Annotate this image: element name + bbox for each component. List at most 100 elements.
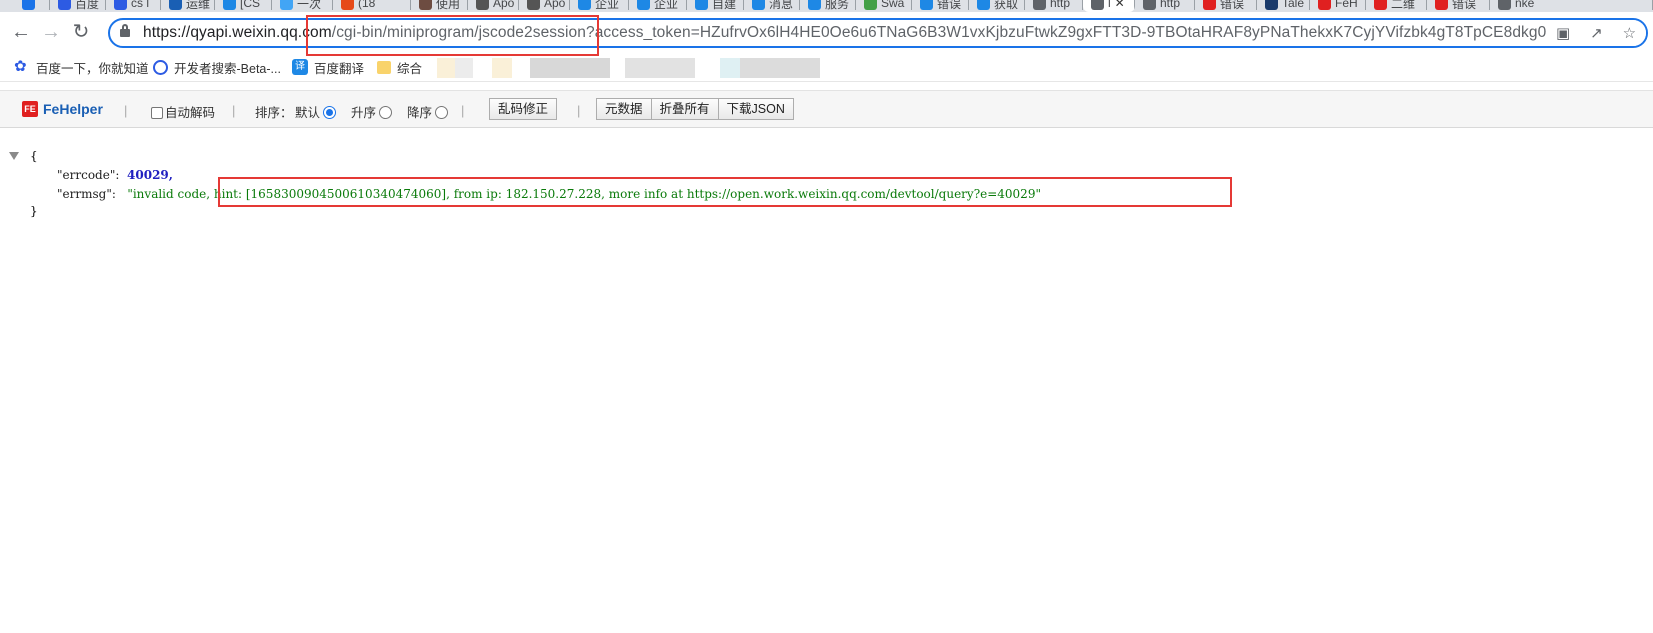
tab-close-icon[interactable]: ✕ bbox=[1115, 0, 1125, 10]
tab-label: Apo bbox=[544, 0, 566, 10]
tab-favicon-icon bbox=[341, 0, 354, 10]
divider: | bbox=[124, 103, 128, 118]
sort-asc-label: 升序 bbox=[351, 106, 377, 120]
tab-favicon-icon bbox=[169, 0, 182, 10]
fehelper-icon: FE bbox=[22, 101, 38, 117]
tab-label: 错误 bbox=[937, 0, 962, 11]
browser-tab[interactable]: http bbox=[1135, 0, 1195, 12]
baidu-paw-icon: ✿ bbox=[14, 58, 27, 75]
bookmark-label: 百度一下，你就知道 bbox=[36, 61, 149, 76]
browser-tab[interactable]: l ✕ bbox=[1083, 0, 1135, 12]
browser-tab[interactable]: [CS bbox=[215, 0, 272, 12]
bookmark-dev-search[interactable]: 开发者搜索-Beta-... bbox=[153, 57, 281, 77]
browser-tab[interactable]: 企业 bbox=[570, 0, 629, 12]
tab-label: [CS bbox=[240, 0, 261, 10]
browser-tab[interactable]: 错误 bbox=[1195, 0, 1257, 12]
tab-favicon-icon bbox=[1203, 0, 1216, 10]
browser-tab[interactable]: 错误 bbox=[912, 0, 969, 12]
sort-desc-radio[interactable] bbox=[435, 106, 449, 119]
browser-tab[interactable]: 获取 bbox=[969, 0, 1025, 12]
browser-tab[interactable]: nke bbox=[1490, 0, 1653, 12]
tab-label: 企业 bbox=[595, 0, 620, 11]
download-json-button[interactable]: 下载JSON bbox=[717, 98, 794, 120]
tab-favicon-icon bbox=[1435, 0, 1448, 10]
bookmark-star-icon[interactable]: ☆ bbox=[1623, 24, 1636, 42]
browser-tab[interactable]: (18 bbox=[333, 0, 411, 12]
address-bar-actions: ▣ ↗ ☆ bbox=[1546, 20, 1646, 46]
browser-tab[interactable]: 百度 bbox=[50, 0, 106, 12]
tab-label: (18 bbox=[358, 0, 376, 10]
json-open-brace: { bbox=[30, 149, 38, 163]
tab-favicon-icon bbox=[752, 0, 765, 10]
back-arrow-icon[interactable]: ← bbox=[10, 21, 32, 43]
url-text[interactable]: https://qyapi.weixin.qq.com/cgi-bin/mini… bbox=[143, 24, 1644, 42]
sort-asc-option[interactable]: 升序 bbox=[351, 102, 393, 121]
collapse-toggle-icon[interactable] bbox=[9, 152, 19, 160]
sort-default-radio[interactable] bbox=[323, 106, 337, 119]
browser-tab[interactable]: 使用 bbox=[411, 0, 468, 12]
browser-tab[interactable]: 服务 bbox=[800, 0, 856, 12]
url-host: https://qyapi.weixin.qq.com bbox=[143, 24, 332, 41]
tab-label: Swa bbox=[881, 0, 905, 10]
tab-favicon-icon bbox=[1374, 0, 1387, 10]
browser-tab[interactable]: FeH bbox=[1310, 0, 1366, 12]
tab-favicon-icon bbox=[920, 0, 933, 10]
raw-data-button[interactable]: 元数据 bbox=[596, 98, 652, 120]
tab-label: FeH bbox=[1335, 0, 1358, 10]
browser-tab[interactable]: 错误 bbox=[1427, 0, 1490, 12]
blurred-bookmark bbox=[437, 58, 455, 78]
browser-tab[interactable]: 二维 bbox=[1366, 0, 1427, 12]
browser-tab[interactable] bbox=[14, 0, 50, 12]
fix-garbled-button[interactable]: 乱码修正 bbox=[489, 98, 558, 120]
lock-icon[interactable] bbox=[120, 24, 130, 38]
tab-label: nke bbox=[1515, 0, 1535, 10]
tab-label: http bbox=[1050, 0, 1071, 10]
browser-tab[interactable]: 消息 bbox=[744, 0, 800, 12]
sort-label: 排序： bbox=[255, 106, 293, 120]
address-bar[interactable]: https://qyapi.weixin.qq.com/cgi-bin/mini… bbox=[108, 18, 1648, 48]
json-key-errcode: "errcode": bbox=[57, 168, 120, 182]
json-close-brace: } bbox=[30, 204, 38, 218]
sort-desc-option[interactable]: 降序 bbox=[407, 102, 449, 121]
json-value-errmsg: "invalid code, hint: [165830090450061034… bbox=[127, 187, 1041, 201]
blurred-bookmark bbox=[455, 58, 473, 78]
bookmark-label: 开发者搜索-Beta-... bbox=[174, 61, 281, 76]
auto-decode-option[interactable]: 自动解码 bbox=[151, 102, 215, 121]
translate-page-icon[interactable]: ▣ bbox=[1556, 24, 1570, 42]
tab-favicon-icon bbox=[1091, 0, 1104, 10]
browser-tab[interactable]: 一次 bbox=[272, 0, 333, 12]
tab-label: 服务 bbox=[825, 0, 850, 11]
browser-tab[interactable]: Swa bbox=[856, 0, 912, 12]
json-key-errmsg: "errmsg": bbox=[57, 187, 116, 201]
url-path: /cgi-bin/miniprogram/jscode2session?acce… bbox=[331, 24, 1644, 41]
forward-arrow-icon[interactable]: → bbox=[40, 21, 62, 43]
browser-tab[interactable]: http bbox=[1025, 0, 1083, 12]
tab-label: 使用 bbox=[436, 0, 461, 11]
sort-default-option[interactable]: 默认 bbox=[295, 102, 337, 121]
sort-asc-radio[interactable] bbox=[379, 106, 393, 119]
tab-favicon-icon bbox=[419, 0, 432, 10]
bookmark-baidu[interactable]: ✿ 百度一下，你就知道 bbox=[14, 57, 149, 77]
collapse-all-button[interactable]: 折叠所有 bbox=[650, 98, 719, 120]
fehelper-logo[interactable]: FE FeHelper bbox=[22, 101, 103, 117]
tab-favicon-icon bbox=[1265, 0, 1278, 10]
bookmark-baidu-translate[interactable]: 译 百度翻译 bbox=[292, 57, 364, 77]
tab-favicon-icon bbox=[527, 0, 540, 10]
bookmark-label: 综合 bbox=[397, 61, 423, 76]
auto-decode-checkbox[interactable] bbox=[151, 107, 163, 119]
reload-icon[interactable]: ↻ bbox=[70, 21, 92, 43]
tab-label: Tale bbox=[1282, 0, 1305, 10]
browser-tab[interactable]: Apo bbox=[519, 0, 570, 12]
share-icon[interactable]: ↗ bbox=[1590, 24, 1603, 42]
browser-tab[interactable]: 运维 bbox=[161, 0, 215, 12]
bookmark-label: 百度翻译 bbox=[314, 61, 365, 76]
sort-desc-label: 降序 bbox=[407, 106, 433, 120]
bookmark-folder-general[interactable]: 综合 bbox=[377, 57, 422, 77]
browser-tab[interactable]: cs l bbox=[106, 0, 161, 12]
browser-tab[interactable]: 企业 bbox=[629, 0, 687, 12]
browser-tab[interactable]: Apo bbox=[468, 0, 519, 12]
bookmarks-bar: ✿ 百度一下，你就知道 开发者搜索-Beta-... 译 百度翻译 综合 bbox=[0, 52, 1653, 82]
tab-favicon-icon bbox=[1033, 0, 1046, 10]
browser-tab[interactable]: Tale bbox=[1257, 0, 1310, 12]
browser-tab[interactable]: 自建 bbox=[687, 0, 744, 12]
